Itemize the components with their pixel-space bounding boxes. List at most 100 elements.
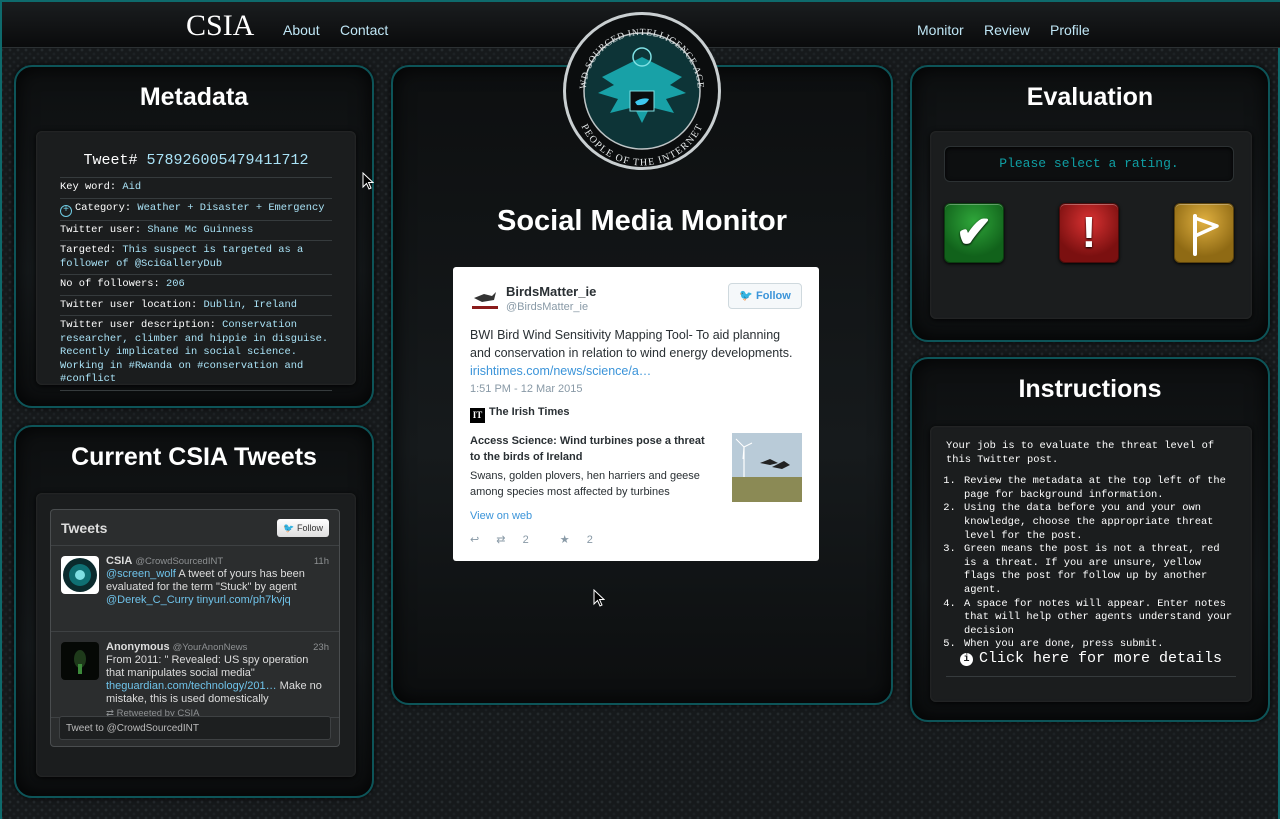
birdsmatter-avatar[interactable] bbox=[470, 284, 500, 314]
source-name[interactable]: The Irish Times bbox=[489, 406, 570, 418]
instructions-list: Review the metadata at the top left of t… bbox=[946, 475, 1236, 652]
article-link[interactable]: irishtimes.com/news/science/a… bbox=[470, 364, 651, 378]
targeted-row: Targeted: This suspect is targeted as a … bbox=[60, 240, 332, 274]
metadata-box: Tweet# 578926005479411712 Key word: Aid … bbox=[36, 131, 356, 391]
category-row: + Category: Weather + Disaster + Emergenc… bbox=[60, 197, 332, 220]
wind-turbine-image[interactable] bbox=[732, 433, 802, 502]
source-line: IT The Irish Times bbox=[470, 406, 570, 423]
reply-icon[interactable]: ↩ bbox=[470, 534, 479, 546]
more-details-link[interactable]: i Click here for more details bbox=[930, 650, 1252, 667]
tweet-time[interactable]: 23h bbox=[313, 641, 329, 654]
evaluation-box: Please select a rating. ✔ ! bbox=[930, 131, 1252, 319]
bird-icon: 🐦 bbox=[739, 290, 753, 302]
more-details-label: Click here for more details bbox=[978, 650, 1223, 667]
not-threat-button[interactable]: ✔ bbox=[944, 203, 1004, 263]
divider bbox=[946, 676, 1236, 677]
evaluation-panel: Evaluation Please select a rating. ✔ ! bbox=[910, 65, 1270, 342]
retweet-button[interactable]: ⇄ 2 bbox=[496, 534, 542, 546]
nav-review[interactable]: Review bbox=[984, 22, 1030, 38]
tweet-time[interactable]: 11h bbox=[314, 555, 329, 568]
csia-avatar[interactable] bbox=[61, 556, 99, 594]
nav-contact[interactable]: Contact bbox=[340, 22, 388, 38]
instructions-intro: Your job is to evaluate the threat level… bbox=[946, 440, 1215, 466]
card-tweet-body: BWI Bird Wind Sensitivity Mapping Tool- … bbox=[470, 328, 793, 360]
category-value: Weather + Disaster + Emergency bbox=[137, 201, 325, 214]
metadata-title: Metadata bbox=[139, 83, 249, 111]
keyword-value: Aid bbox=[122, 181, 142, 193]
tweet-body: From 2011: " Revealed: US spy operation … bbox=[106, 654, 309, 679]
timeline-header: Tweets 🐦 Follow bbox=[51, 510, 339, 546]
category-label: Category: bbox=[75, 201, 132, 214]
checkmark-icon: ✔ bbox=[955, 208, 993, 257]
card-timestamp[interactable]: 1:51 PM - 12 Mar 2015 bbox=[470, 383, 583, 395]
mouse-cursor-icon bbox=[362, 172, 374, 190]
monitor-title: Social Media Monitor bbox=[496, 205, 788, 237]
card-follow-button[interactable]: 🐦 Follow bbox=[728, 283, 802, 309]
tweet-author-handle[interactable]: @YourAnonNews bbox=[173, 642, 248, 653]
instruction-step: Green means the post is not a threat, re… bbox=[962, 543, 1236, 597]
description-label: Twitter user description: bbox=[60, 319, 216, 331]
twitter-timeline[interactable]: Tweets 🐦 Follow 11h CSIA @CrowdSourcedIN… bbox=[50, 509, 340, 747]
embedded-tweet-card[interactable]: BirdsMatter_ie @BirdsMatter_ie 🐦 Follow … bbox=[453, 267, 819, 561]
instructions-panel: Instructions Your job is to evaluate the… bbox=[910, 357, 1270, 722]
card-tweet-text: BWI Bird Wind Sensitivity Mapping Tool- … bbox=[470, 326, 802, 380]
flag-button[interactable] bbox=[1174, 203, 1234, 263]
tweet-text: From 2011: " Revealed: US spy operation … bbox=[106, 654, 329, 706]
tweet-id: Tweet# 578926005479411712 bbox=[60, 152, 332, 169]
followers-row: No of followers: 206 bbox=[60, 274, 332, 295]
retweet-icon: ⇄ bbox=[496, 534, 506, 546]
nav-profile[interactable]: Profile bbox=[1050, 22, 1090, 38]
article-title[interactable]: Access Science: Wind turbines pose a thr… bbox=[470, 433, 718, 465]
keyword-label: Key word: bbox=[60, 181, 117, 193]
star-icon: ★ bbox=[559, 534, 570, 546]
guardian-link[interactable]: theguardian.com/technology/201… bbox=[106, 680, 277, 692]
followers-value: 206 bbox=[166, 278, 185, 290]
instructions-box: Your job is to evaluate the threat level… bbox=[930, 426, 1252, 702]
keyword-row: Key word: Aid bbox=[60, 177, 332, 198]
instructions-title: Instructions bbox=[1018, 375, 1162, 403]
tweet-text: @screen_wolf A tweet of yours has been e… bbox=[106, 568, 329, 607]
user-value: Shane Mc Guinness bbox=[147, 223, 254, 236]
irish-times-logo: IT bbox=[470, 408, 485, 423]
tweet-id-label: Tweet# bbox=[83, 152, 138, 169]
instruction-step: Review the metadata at the top left of t… bbox=[962, 475, 1236, 502]
current-tweets-panel: Current CSIA Tweets Tweets 🐦 Follow 11h … bbox=[14, 425, 374, 798]
card-author-name[interactable]: BirdsMatter_ie bbox=[506, 284, 596, 299]
timeline-follow-button[interactable]: 🐦 Follow bbox=[277, 519, 329, 537]
plus-circle-icon[interactable]: + bbox=[60, 204, 72, 217]
brand-logo[interactable]: CSIA bbox=[186, 9, 254, 43]
threat-button[interactable]: ! bbox=[1059, 203, 1119, 263]
instruction-step: A space for notes will appear. Enter not… bbox=[962, 598, 1236, 639]
timeline-tweet[interactable]: 11h CSIA @CrowdSourcedINT @screen_wolf A… bbox=[51, 546, 339, 632]
timeline-tweet[interactable]: 23h Anonymous @YourAnonNews From 2011: "… bbox=[51, 632, 339, 719]
location-value: Dublin, Ireland bbox=[203, 298, 297, 311]
agent-link[interactable]: @Derek_C_Curry tinyurl.com/ph7kvjq bbox=[106, 594, 291, 606]
followers-label: No of followers: bbox=[60, 278, 160, 290]
tweet-author-handle[interactable]: @CrowdSourcedINT bbox=[135, 556, 223, 567]
current-tweets-box: Tweets 🐦 Follow 11h CSIA @CrowdSourcedIN… bbox=[36, 493, 356, 777]
info-icon: i bbox=[959, 653, 973, 666]
flag-icon bbox=[1193, 214, 1219, 256]
nav-about[interactable]: About bbox=[283, 22, 320, 38]
tweet-author-name[interactable]: CSIA bbox=[106, 555, 132, 567]
favorite-button[interactable]: ★ 2 bbox=[560, 534, 607, 546]
card-author-handle[interactable]: @BirdsMatter_ie bbox=[506, 301, 588, 313]
tweet-id-value: 578926005479411712 bbox=[146, 152, 309, 169]
tweet-author-name[interactable]: Anonymous bbox=[106, 641, 170, 653]
mention-link[interactable]: @screen_wolf bbox=[106, 568, 176, 580]
nav-monitor[interactable]: Monitor bbox=[917, 22, 964, 38]
view-on-web-link[interactable]: View on web bbox=[470, 510, 532, 522]
current-tweets-title: Current CSIA Tweets bbox=[71, 443, 317, 471]
user-label: Twitter user: bbox=[60, 223, 142, 236]
csia-seal-logo: CROWD-SOURCED INTELLIGENCE AGENCY PEOPLE… bbox=[562, 11, 721, 170]
anonymous-avatar[interactable] bbox=[61, 642, 99, 680]
mouse-cursor-icon bbox=[593, 589, 605, 607]
tweet-to-input[interactable]: Tweet to @CrowdSourcedINT bbox=[59, 716, 331, 740]
timeline-follow-label: Follow bbox=[296, 523, 323, 533]
location-label: Twitter user location: bbox=[60, 298, 198, 311]
instruction-step: Using the data before you and your own k… bbox=[962, 502, 1236, 543]
location-row: Twitter user location: Dublin, Ireland bbox=[60, 294, 332, 316]
favorite-count: 2 bbox=[586, 534, 593, 546]
user-row: Twitter user: Shane Mc Guinness bbox=[60, 219, 332, 241]
exclamation-icon: ! bbox=[1081, 208, 1097, 257]
